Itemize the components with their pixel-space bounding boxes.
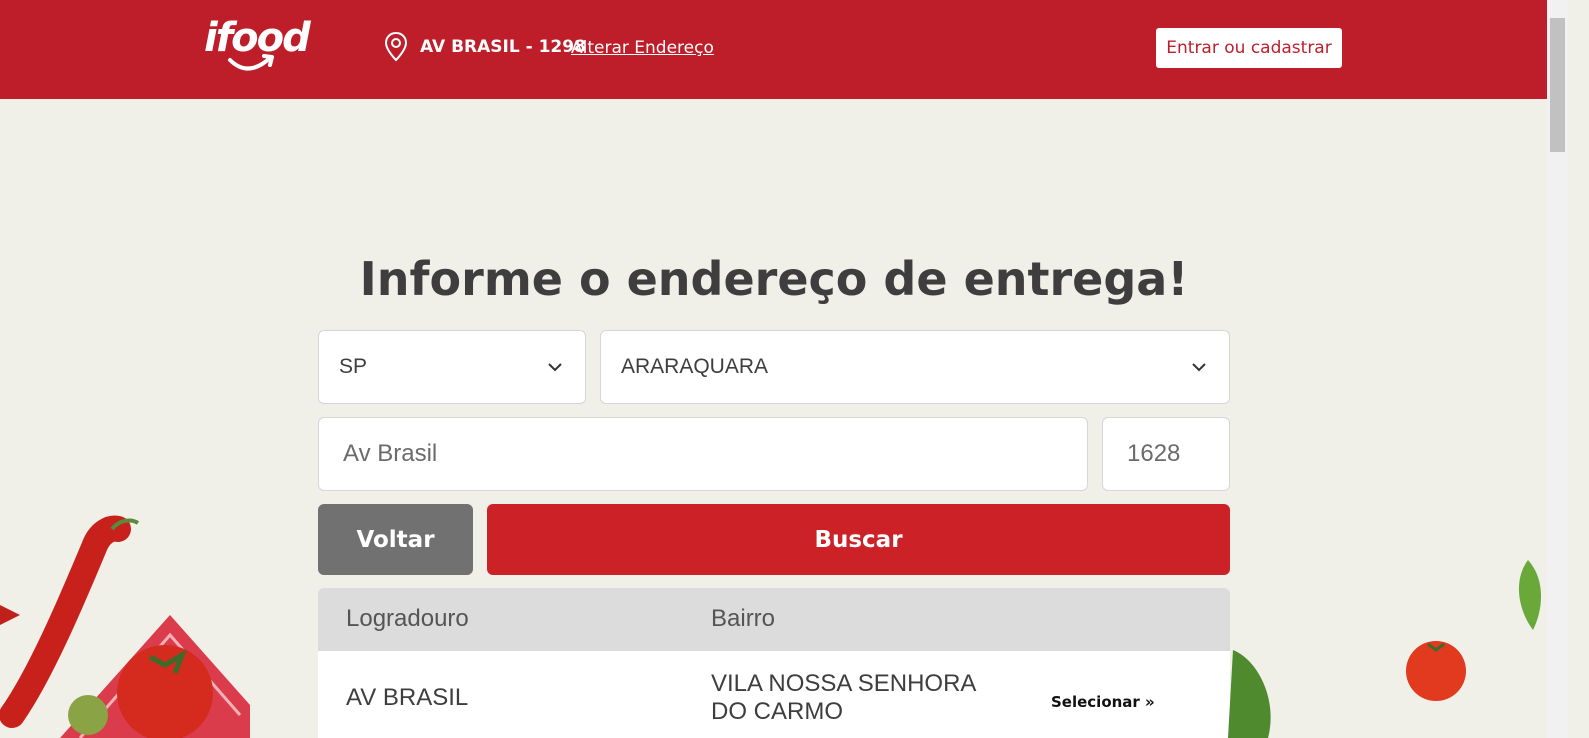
column-header-bairro: Bairro bbox=[711, 605, 776, 632]
location-pin-icon bbox=[384, 31, 408, 62]
state-select[interactable]: SP bbox=[318, 330, 586, 404]
current-address: AV BRASIL - 1298 bbox=[420, 37, 586, 57]
chevron-down-icon bbox=[548, 363, 562, 372]
vegetables-decoration bbox=[0, 515, 250, 738]
top-header: ifood AV BRASIL - 1298 Alterar Endereço … bbox=[0, 0, 1568, 99]
table-row: AV BRASIL VILA NOSSA SENHORA DO CARMO Se… bbox=[318, 651, 1230, 738]
column-header-logradouro: Logradouro bbox=[346, 605, 469, 632]
back-button[interactable]: Voltar bbox=[318, 504, 473, 575]
tomato-decoration bbox=[1228, 560, 1542, 738]
logo-smile-icon bbox=[228, 54, 274, 71]
search-button[interactable]: Buscar bbox=[487, 504, 1230, 575]
city-select[interactable]: ARARAQUARA bbox=[600, 330, 1230, 404]
select-address-link[interactable]: Selecionar » bbox=[1051, 693, 1155, 711]
scrollbar-thumb[interactable] bbox=[1550, 18, 1565, 152]
street-input-value: Av Brasil bbox=[343, 440, 438, 467]
state-select-value: SP bbox=[339, 355, 368, 378]
number-input[interactable]: 1628 bbox=[1102, 417, 1230, 491]
results-table-header: Logradouro Bairro bbox=[318, 588, 1230, 651]
street-input[interactable]: Av Brasil bbox=[318, 417, 1088, 491]
number-input-value: 1628 bbox=[1127, 440, 1181, 467]
row-bairro: VILA NOSSA SENHORA DO CARMO bbox=[711, 670, 976, 725]
page-scrollbar[interactable] bbox=[1547, 0, 1568, 738]
page-title: Informe o endereço de entrega! bbox=[359, 252, 1189, 306]
chevron-down-icon bbox=[1192, 363, 1206, 372]
change-address-link[interactable]: Alterar Endereço bbox=[571, 38, 714, 58]
login-button[interactable]: Entrar ou cadastrar bbox=[1156, 28, 1342, 68]
row-logradouro: AV BRASIL bbox=[346, 684, 469, 711]
city-select-value: ARARAQUARA bbox=[621, 355, 769, 378]
